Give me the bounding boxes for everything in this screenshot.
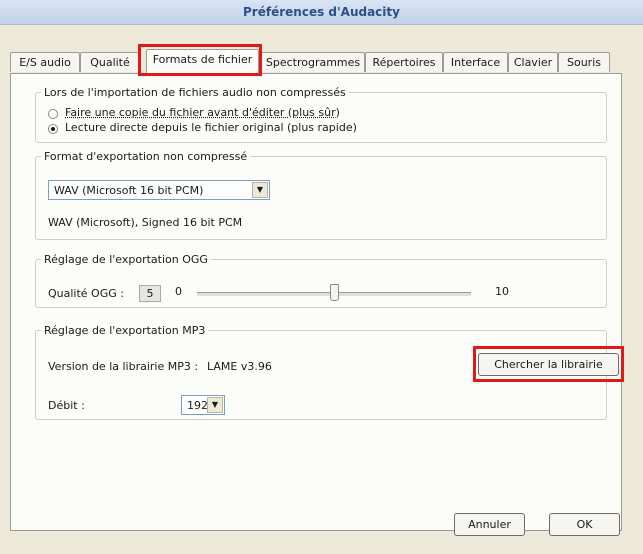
export-format-select[interactable]: WAV (Microsoft 16 bit PCM) ▼	[48, 180, 270, 200]
window-title: Préférences d'Audacity	[0, 0, 643, 25]
tab-mouse[interactable]: Souris	[558, 52, 610, 72]
ogg-min-label: 0	[175, 285, 182, 298]
bitrate-select[interactable]: 192 ▼	[181, 395, 225, 415]
export-format-legend: Format d'exportation non compressé	[44, 150, 248, 163]
bitrate-label: Débit :	[48, 399, 85, 412]
copy-file-label[interactable]: Faire une copie du fichier avant d'édite…	[65, 106, 340, 119]
tab-quality[interactable]: Qualité	[80, 52, 140, 72]
tab-keyboard[interactable]: Clavier	[508, 52, 558, 72]
chevron-down-icon[interactable]: ▼	[207, 397, 223, 413]
ogg-group-legend: Réglage de l'exportation OGG	[44, 253, 208, 266]
chevron-down-icon[interactable]: ▼	[252, 182, 268, 198]
tab-highlight-annotation	[138, 44, 262, 76]
export-format-description: WAV (Microsoft), Signed 16 bit PCM	[48, 216, 243, 229]
bitrate-value: 192	[187, 399, 208, 412]
tab-bar: E/S audio Qualité Formats de fichier Spe…	[10, 49, 622, 73]
tab-spectrograms[interactable]: Spectrogrammes	[261, 52, 365, 72]
ogg-max-label: 10	[495, 285, 509, 298]
ok-button[interactable]: OK	[549, 513, 620, 536]
tab-directories[interactable]: Répertoires	[365, 52, 443, 72]
direct-read-radio[interactable]	[48, 124, 58, 134]
mp3-group-legend: Réglage de l'exportation MP3	[44, 324, 206, 337]
mp3-version-value: LAME v3.96	[207, 360, 272, 373]
preferences-window: Préférences d'Audacity E/S audio Qualité…	[0, 0, 643, 554]
button-highlight-annotation	[473, 346, 624, 382]
tab-audio-io[interactable]: E/S audio	[10, 52, 80, 72]
export-format-value: WAV (Microsoft 16 bit PCM)	[54, 184, 204, 197]
mp3-version-label: Version de la librairie MP3 :	[48, 360, 199, 373]
direct-read-label[interactable]: Lecture directe depuis le fichier origin…	[65, 121, 357, 134]
import-group-legend: Lors de l'importation de fichiers audio …	[44, 86, 346, 99]
copy-file-radio[interactable]	[48, 109, 58, 119]
file-formats-panel: Lors de l'importation de fichiers audio …	[10, 73, 622, 536]
ogg-quality-label: Qualité OGG :	[48, 287, 124, 300]
cancel-button[interactable]: Annuler	[454, 513, 525, 536]
tab-interface[interactable]: Interface	[443, 52, 508, 72]
ogg-quality-slider-thumb[interactable]	[330, 284, 339, 301]
ogg-quality-value: 5	[139, 285, 161, 302]
